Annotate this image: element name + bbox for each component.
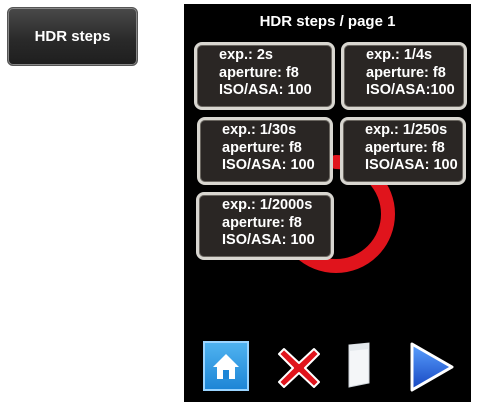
step-aperture: aperture: f8 [366, 64, 446, 81]
step-aperture: aperture: f8 [219, 64, 299, 81]
step-aperture: aperture: f8 [222, 139, 302, 156]
page-title: HDR steps / page 1 [259, 13, 396, 30]
close-icon[interactable] [274, 343, 324, 393]
step-aperture: aperture: f8 [365, 139, 445, 156]
step-exposure: exp.: 1/30s [222, 122, 297, 138]
hdr-step-card[interactable]: exp.: 1/30s aperture: f8 ISO/ASA: 100 [197, 117, 333, 185]
step-iso: ISO/ASA: 100 [222, 157, 315, 173]
next-arrow-icon[interactable] [406, 339, 456, 395]
step-iso: ISO/ASA: 100 [219, 82, 312, 98]
home-button[interactable] [203, 341, 249, 391]
home-icon [213, 354, 239, 379]
hdr-step-card[interactable]: exp.: 1/2000s aperture: f8 ISO/ASA: 100 [196, 192, 334, 260]
hdr-steps-button[interactable]: HDR steps [7, 7, 138, 66]
step-aperture: aperture: f8 [222, 214, 302, 231]
step-exposure: exp.: 1/4s [366, 47, 433, 63]
device-screen: HDR steps / page 1 exp.: 2s aperture: f8… [184, 4, 471, 402]
hdr-step-card[interactable]: exp.: 2s aperture: f8 ISO/ASA: 100 [194, 42, 335, 110]
step-exposure: exp.: 2s [219, 47, 273, 63]
hdr-step-card[interactable]: exp.: 1/250s aperture: f8 ISO/ASA: 100 [340, 117, 466, 185]
step-iso: ISO/ASA: 100 [222, 232, 315, 248]
step-exposure: exp.: 1/2000s [222, 197, 313, 213]
step-iso: ISO/ASA: 100 [365, 157, 458, 173]
step-iso: ISO/ASA:100 [366, 82, 455, 98]
step-exposure: exp.: 1/250s [365, 122, 448, 138]
hdr-step-card[interactable]: exp.: 1/4s aperture: f8 ISO/ASA:100 [341, 42, 467, 110]
page-icon[interactable] [344, 339, 374, 391]
